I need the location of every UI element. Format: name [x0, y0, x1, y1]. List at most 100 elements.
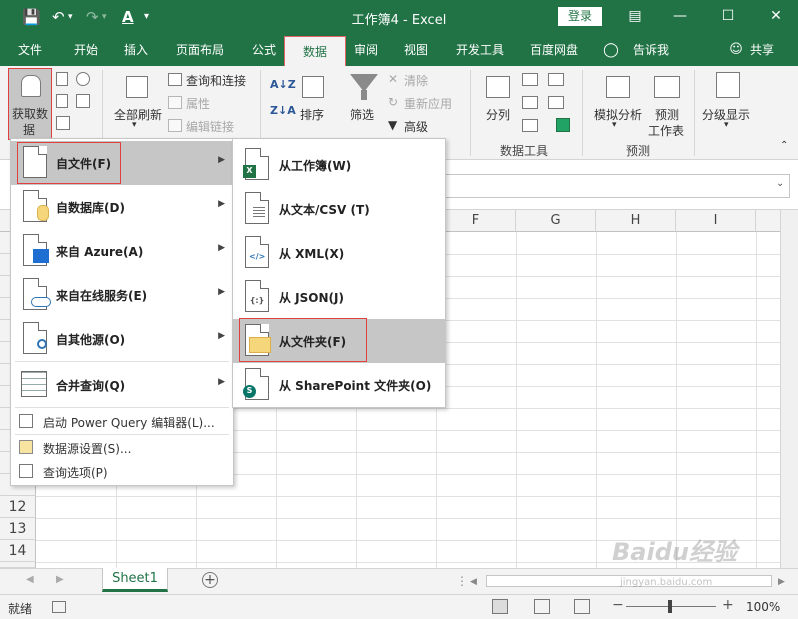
menu-item-data-source-settings[interactable]: 数据源设置(S)...: [11, 435, 233, 459]
menu-item-from-azure[interactable]: 来自 Azure(A) ▶: [11, 229, 233, 273]
filter-funnel-stem: [361, 90, 367, 100]
title-bar: 💾 ↶ ▾ ↷ ▾ A ▾ 工作簿4 - Excel 登录 ▤ — ☐ ✕: [0, 0, 798, 34]
tab-developer[interactable]: 开发工具: [448, 34, 512, 66]
minimize-button[interactable]: —: [668, 6, 692, 26]
menu-item-label: 合并查询(Q): [56, 379, 126, 393]
xml-tag-icon: </>: [249, 252, 266, 261]
sort-button[interactable]: 排序: [296, 74, 330, 136]
close-button[interactable]: ✕: [764, 6, 788, 26]
person-icon: ☺: [729, 42, 743, 57]
existing-connections-icon[interactable]: [76, 94, 90, 108]
zoom-in-icon[interactable]: +: [722, 597, 734, 613]
column-header-f[interactable]: F: [436, 210, 516, 232]
remove-duplicates-icon[interactable]: [522, 96, 538, 109]
advanced-button[interactable]: 高级: [404, 118, 428, 135]
column-header-j[interactable]: [756, 210, 780, 232]
login-button[interactable]: 登录: [558, 7, 602, 26]
relationships-icon[interactable]: [548, 96, 564, 109]
reapply-button[interactable]: 重新应用: [404, 95, 452, 112]
manage-data-model-icon[interactable]: [556, 118, 570, 132]
combine-table-icon: [21, 371, 47, 397]
power-query-editor-icon: [19, 414, 33, 428]
forecast-sheet-button[interactable]: 预测 工作表: [646, 74, 688, 138]
expand-formula-icon[interactable]: ⌄: [776, 178, 784, 189]
filter-button[interactable]: 筛选: [346, 74, 380, 136]
menu-item-from-xml[interactable]: </> 从 XML(X): [233, 231, 445, 275]
tab-file[interactable]: 文件: [8, 34, 52, 66]
collapse-ribbon-icon[interactable]: ⌃: [780, 140, 788, 151]
ribbon-display-options-icon[interactable]: ▤: [623, 6, 647, 26]
menu-item-query-options[interactable]: 查询选项(P): [11, 459, 233, 483]
add-sheet-icon[interactable]: +: [202, 572, 218, 588]
sheet-tab-sheet1[interactable]: Sheet1: [102, 568, 168, 592]
macro-record-icon[interactable]: [52, 601, 66, 613]
menu-item-from-other-sources[interactable]: 自其他源(O) ▶: [11, 317, 233, 361]
maximize-button[interactable]: ☐: [716, 6, 740, 26]
zoom-out-icon[interactable]: −: [612, 597, 624, 613]
from-table-icon[interactable]: [56, 116, 70, 130]
clear-button[interactable]: 清除: [404, 72, 428, 89]
lightbulb-icon: ◯: [603, 42, 619, 58]
page-break-view-icon[interactable]: [574, 599, 590, 614]
tab-home[interactable]: 开始: [64, 34, 108, 66]
text-to-columns-button[interactable]: 分列: [480, 74, 516, 136]
queries-connections-button[interactable]: 查询和连接: [186, 72, 246, 89]
properties-button[interactable]: 属性: [186, 95, 210, 112]
data-validation-icon[interactable]: [522, 119, 538, 132]
from-text-icon[interactable]: [56, 72, 68, 86]
menu-item-label: 自其他源(O): [56, 333, 126, 347]
sort-icon: [302, 76, 324, 98]
vertical-scrollbar[interactable]: [780, 210, 798, 568]
menu-item-label: 启动 Power Query 编辑器(L)...: [43, 416, 215, 430]
outline-button[interactable]: 分级显示 ▾: [702, 70, 756, 136]
tab-data[interactable]: 数据: [284, 36, 346, 66]
menu-item-label: 从 JSON(J): [279, 291, 344, 305]
zoom-slider-thumb[interactable]: [668, 600, 672, 613]
what-if-analysis-button[interactable]: 模拟分析 ▾: [592, 74, 644, 136]
recent-sources-icon[interactable]: [76, 72, 90, 86]
refresh-all-button[interactable]: 全部刷新 ▾: [114, 74, 162, 136]
cloud-icon: [31, 297, 51, 307]
tab-formulas[interactable]: 公式: [242, 34, 286, 66]
get-data-menu: 自文件(F) ▶ 自数据库(D) ▶ 来自 Azure(A) ▶ 来自在线服务(…: [10, 138, 234, 486]
edit-links-button[interactable]: 编辑链接: [186, 118, 234, 135]
formula-input[interactable]: [436, 174, 790, 198]
menu-item-from-database[interactable]: 自数据库(D) ▶: [11, 185, 233, 229]
horizontal-scroll-left-icon[interactable]: ◀: [470, 577, 477, 587]
tab-view[interactable]: 视图: [394, 34, 438, 66]
column-header-g[interactable]: G: [516, 210, 596, 232]
share-button[interactable]: 共享: [744, 34, 780, 66]
sheet-scroll-right-icon[interactable]: ▶: [56, 574, 64, 585]
row-header-14[interactable]: 14: [0, 540, 36, 562]
tab-insert[interactable]: 插入: [114, 34, 158, 66]
menu-item-combine-queries[interactable]: 合并查询(Q) ▶: [11, 363, 233, 407]
menu-item-from-text-csv[interactable]: 从文本/CSV (T): [233, 187, 445, 231]
horizontal-scroll-right-icon[interactable]: ▶: [778, 577, 785, 587]
group-label-forecast: 预测: [626, 144, 651, 158]
tab-review[interactable]: 审阅: [344, 34, 388, 66]
tab-page-layout[interactable]: 页面布局: [168, 34, 232, 66]
get-data-button[interactable]: 获取数 据: [8, 68, 52, 140]
sort-ascending-icon[interactable]: A↓Z: [270, 78, 296, 91]
menu-item-launch-power-query[interactable]: 启动 Power Query 编辑器(L)...: [11, 409, 233, 433]
tell-me-search[interactable]: 告诉我: [626, 34, 676, 66]
menu-item-from-json[interactable]: {:} 从 JSON(J): [233, 275, 445, 319]
consolidate-icon[interactable]: [548, 73, 564, 86]
column-header-i[interactable]: I: [676, 210, 756, 232]
menu-item-from-workbook[interactable]: X 从工作簿(W): [233, 143, 445, 187]
from-web-icon[interactable]: [56, 94, 68, 108]
normal-view-icon[interactable]: [492, 599, 508, 614]
tab-baidu-netdisk[interactable]: 百度网盘: [522, 34, 586, 66]
zoom-level[interactable]: 100%: [746, 600, 780, 614]
row-header-12[interactable]: 12: [0, 496, 36, 518]
flash-fill-icon[interactable]: [522, 73, 538, 86]
column-header-h[interactable]: H: [596, 210, 676, 232]
menu-item-from-online-services[interactable]: 来自在线服务(E) ▶: [11, 273, 233, 317]
row-header-13[interactable]: 13: [0, 518, 36, 540]
page-layout-view-icon[interactable]: [534, 599, 550, 614]
filter-label: 筛选: [350, 108, 375, 122]
sheet-scroll-left-icon[interactable]: ◀: [26, 574, 34, 585]
tab-split-handle[interactable]: ⋮: [456, 574, 468, 588]
menu-item-from-sharepoint-folder[interactable]: S 从 SharePoint 文件夹(O): [233, 363, 445, 407]
sort-descending-icon[interactable]: Z↓A: [270, 104, 296, 117]
